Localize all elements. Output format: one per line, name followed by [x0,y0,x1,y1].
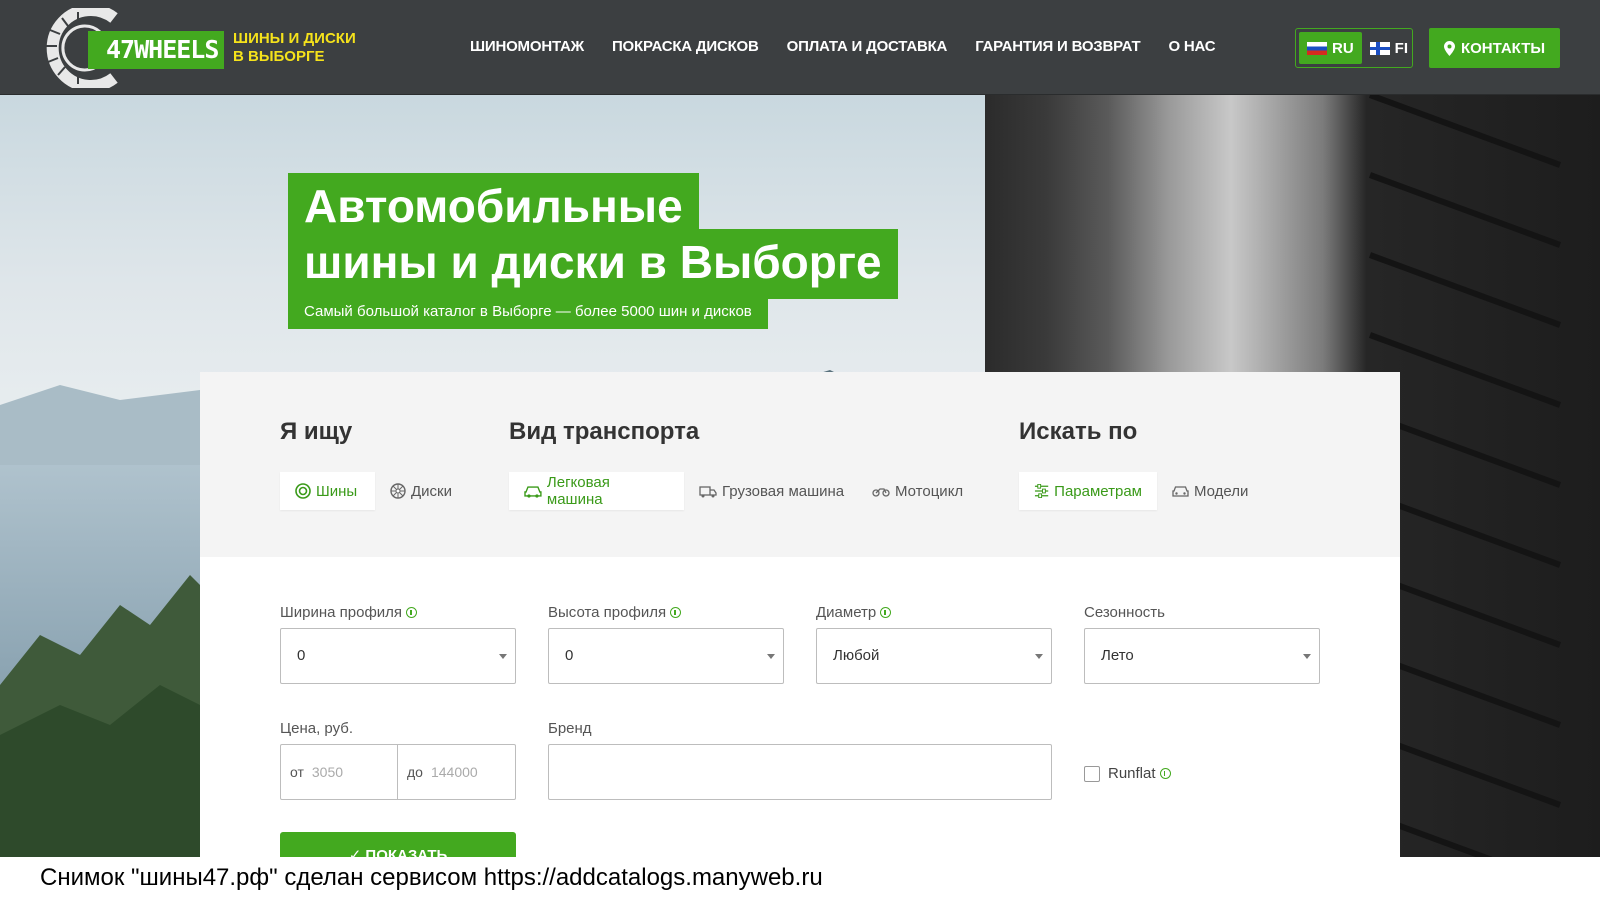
tagline-line-1: ШИНЫ И ДИСКИ [233,30,356,47]
brand-input[interactable] [548,744,1052,800]
search-by-heading: Искать по [1019,418,1138,445]
vehicle-type-heading: Вид транспорта [509,418,700,445]
lang-fi-label: FI [1394,39,1409,57]
season-select[interactable]: Лето [1084,628,1320,684]
price-from-input[interactable]: от 3050 [280,744,398,800]
height-label-text: Высота профиля [548,604,667,621]
hero-title-line-2: шины и диски в Выборге [288,229,898,299]
looking-for-heading: Я ищу [280,418,353,445]
info-icon[interactable] [1159,768,1171,779]
search-form: Ширина профиля Высота профиля Диаметр Се… [200,557,1400,857]
option-tires-label: Шины [316,482,358,500]
option-tires[interactable]: Шины [280,472,375,510]
option-by-parameters[interactable]: Параметрам [1019,472,1157,510]
sliders-icon [1034,484,1049,498]
hero-subtitle: Самый большой каталог в Выборге — более … [288,297,768,329]
diameter-select[interactable]: Любой [816,628,1052,684]
price-from-prefix: от [290,764,304,780]
ru-flag-icon [1307,41,1327,55]
diameter-label: Диаметр [816,604,892,621]
tire-icon [295,483,311,499]
runflat-checkbox[interactable] [1084,766,1100,782]
info-icon[interactable] [880,607,892,618]
option-motorcycle[interactable]: Мотоцикл [857,472,978,510]
lang-ru-button[interactable]: RU [1299,32,1362,64]
option-car-label: Легковая машина [546,474,610,508]
map-pin-icon [1443,40,1455,56]
width-label: Ширина профиля [280,604,418,621]
option-by-parameters-label: Параметрам [1054,482,1142,500]
width-select[interactable]: 0 [280,628,516,684]
nav-wheel-painting[interactable]: ПОКРАСКА ДИСКОВ [612,38,759,55]
diameter-select-value: Любой [833,647,880,664]
option-motorcycle-label: Мотоцикл [895,482,964,500]
car-icon [524,485,542,498]
nav-about[interactable]: О НАС [1168,38,1215,55]
diameter-label-text: Диаметр [816,604,877,621]
option-wheels[interactable]: Диски [375,472,467,510]
motorcycle-icon [872,488,890,497]
screenshot-watermark: Снимок "шины47.рф" сделан сервисом https… [0,857,1600,900]
search-options-panel: Я ищу Вид транспорта Искать по Шины Диск… [200,372,1400,557]
chevron-down-icon [1303,654,1311,659]
runflat-label[interactable]: Runflat [1108,765,1171,782]
fi-flag-icon [1369,41,1390,55]
logo-tagline: ШИНЫ И ДИСКИ В ВЫБОРГЕ [233,30,373,66]
nav-warranty-returns[interactable]: ГАРАНТИЯ И ВОЗВРАТ [975,38,1140,55]
price-to-input[interactable]: до 144000 [397,744,516,800]
chevron-down-icon [1035,654,1043,659]
lang-fi-button[interactable]: FI [1362,32,1416,64]
price-from-placeholder: 3050 [311,764,344,780]
info-icon[interactable] [670,607,682,618]
contacts-label: КОНТАКТЫ [1460,39,1546,57]
option-truck[interactable]: Грузовая машина [684,472,859,510]
option-by-model-label: Модели [1194,482,1249,500]
lang-ru-label: RU [1332,39,1354,57]
season-label: Сезонность [1084,604,1165,621]
option-truck-label: Грузовая машина [722,482,845,500]
season-select-value: Лето [1101,647,1134,664]
language-switcher: RU FI [1295,28,1413,68]
cliff-illustration [0,575,220,857]
price-to-placeholder: 144000 [430,764,478,780]
info-icon[interactable] [406,607,418,618]
brand-label: Бренд [548,720,592,737]
height-label: Высота профиля [548,604,682,621]
width-label-text: Ширина профиля [280,604,403,621]
contacts-button[interactable]: КОНТАКТЫ [1429,28,1560,68]
wheel-icon [390,483,406,499]
price-label: Цена, руб. [280,720,354,737]
site-header: 47WHEELS ШИНЫ И ДИСКИ В ВЫБОРГЕ ШИНОМОНТ… [0,0,1600,95]
height-select-value: 0 [565,647,574,664]
truck-icon [699,485,717,497]
width-select-value: 0 [297,647,306,664]
price-to-prefix: до [407,764,423,780]
option-car[interactable]: Легковая машина [509,472,684,510]
nav-payment-delivery[interactable]: ОПЛАТА И ДОСТАВКА [787,38,948,55]
option-by-model[interactable]: Модели [1157,472,1263,510]
height-select[interactable]: 0 [548,628,784,684]
runflat-label-text: Runflat [1108,765,1156,782]
option-wheels-label: Диски [411,482,452,500]
chevron-down-icon [767,654,775,659]
chevron-down-icon [499,654,507,659]
car-front-icon [1172,485,1189,497]
nav-tire-fitting[interactable]: ШИНОМОНТАЖ [470,38,584,55]
main-nav: ШИНОМОНТАЖ ПОКРАСКА ДИСКОВ ОПЛАТА И ДОСТ… [470,38,1243,55]
tagline-line-2: В ВЫБОРГЕ [233,48,325,65]
logo-text[interactable]: 47WHEELS [88,31,224,69]
